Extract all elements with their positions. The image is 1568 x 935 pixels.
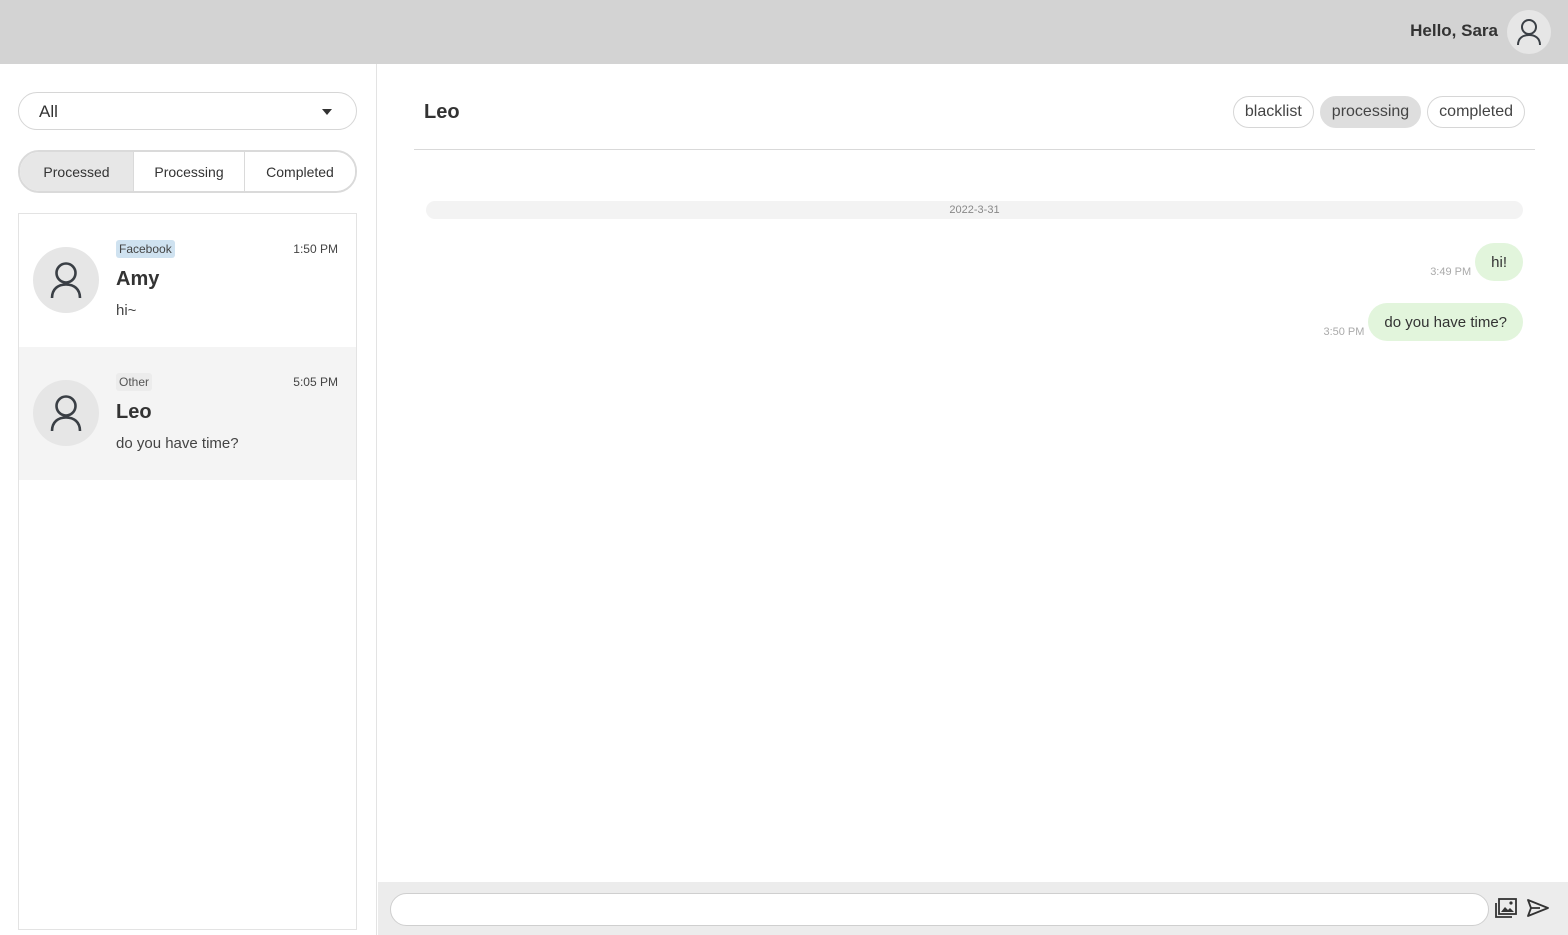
- message-bubble: hi!: [1475, 243, 1523, 281]
- chat-panel: Leo blacklist processing completed 2022-…: [378, 64, 1568, 935]
- filter-selected-value: All: [39, 102, 58, 121]
- tab-processed[interactable]: Processed: [20, 152, 134, 191]
- date-separator: 2022-3-31: [426, 201, 1523, 219]
- user-avatar[interactable]: [1507, 10, 1551, 54]
- source-badge: Other: [116, 373, 153, 391]
- attach-image-button[interactable]: [1494, 896, 1518, 920]
- user-icon: [50, 395, 82, 432]
- source-badge: Facebook: [116, 240, 175, 258]
- conversation-preview: do you have time?: [116, 435, 239, 452]
- tab-label: Processing: [154, 163, 224, 180]
- processing-button[interactable]: processing: [1319, 96, 1422, 128]
- user-icon: [1517, 19, 1541, 46]
- conversation-preview: hi~: [116, 302, 137, 319]
- conversation-list: Facebook 1:50 PM Amy hi~ Other 5:05 PM L…: [18, 213, 357, 930]
- message-bubble: do you have time?: [1368, 303, 1523, 341]
- image-icon: [1495, 898, 1517, 918]
- message-time: 3:49 PM: [1430, 266, 1472, 278]
- source-filter-select[interactable]: All: [18, 92, 357, 130]
- status-tabs: Processed Processing Completed: [18, 150, 357, 193]
- chat-title: Leo: [424, 101, 460, 123]
- conversation-time: 5:05 PM: [293, 375, 338, 389]
- send-button[interactable]: [1526, 896, 1550, 920]
- message-composer: [378, 882, 1568, 935]
- conversation-sidebar: All Processed Processing Completed Faceb…: [0, 64, 377, 935]
- message-row: 3:49 PM hi!: [1430, 243, 1523, 281]
- tab-label: Completed: [266, 163, 334, 180]
- user-icon: [50, 262, 82, 299]
- conversation-name: Leo: [116, 401, 152, 423]
- message-time: 3:50 PM: [1323, 326, 1365, 338]
- top-bar: Hello, Sara: [0, 0, 1568, 64]
- header-divider: [414, 149, 1535, 150]
- avatar: [33, 380, 99, 446]
- blacklist-button[interactable]: blacklist: [1232, 96, 1314, 128]
- message-input[interactable]: [390, 893, 1489, 926]
- conversation-item-amy[interactable]: Facebook 1:50 PM Amy hi~: [19, 214, 356, 347]
- tab-processing[interactable]: Processing: [134, 152, 245, 191]
- status-button-group: blacklist processing completed: [1232, 96, 1525, 128]
- avatar: [33, 247, 99, 313]
- greeting-text: Hello, Sara: [1410, 21, 1498, 40]
- completed-button[interactable]: completed: [1427, 96, 1525, 128]
- tab-completed[interactable]: Completed: [245, 152, 355, 191]
- conversation-time: 1:50 PM: [293, 242, 338, 256]
- message-row: 3:50 PM do you have time?: [1323, 303, 1523, 341]
- conversation-name: Amy: [116, 268, 160, 290]
- conversation-item-leo[interactable]: Other 5:05 PM Leo do you have time?: [19, 347, 356, 480]
- send-icon: [1527, 899, 1549, 917]
- tab-label: Processed: [43, 163, 110, 180]
- chevron-down-icon: [322, 109, 332, 115]
